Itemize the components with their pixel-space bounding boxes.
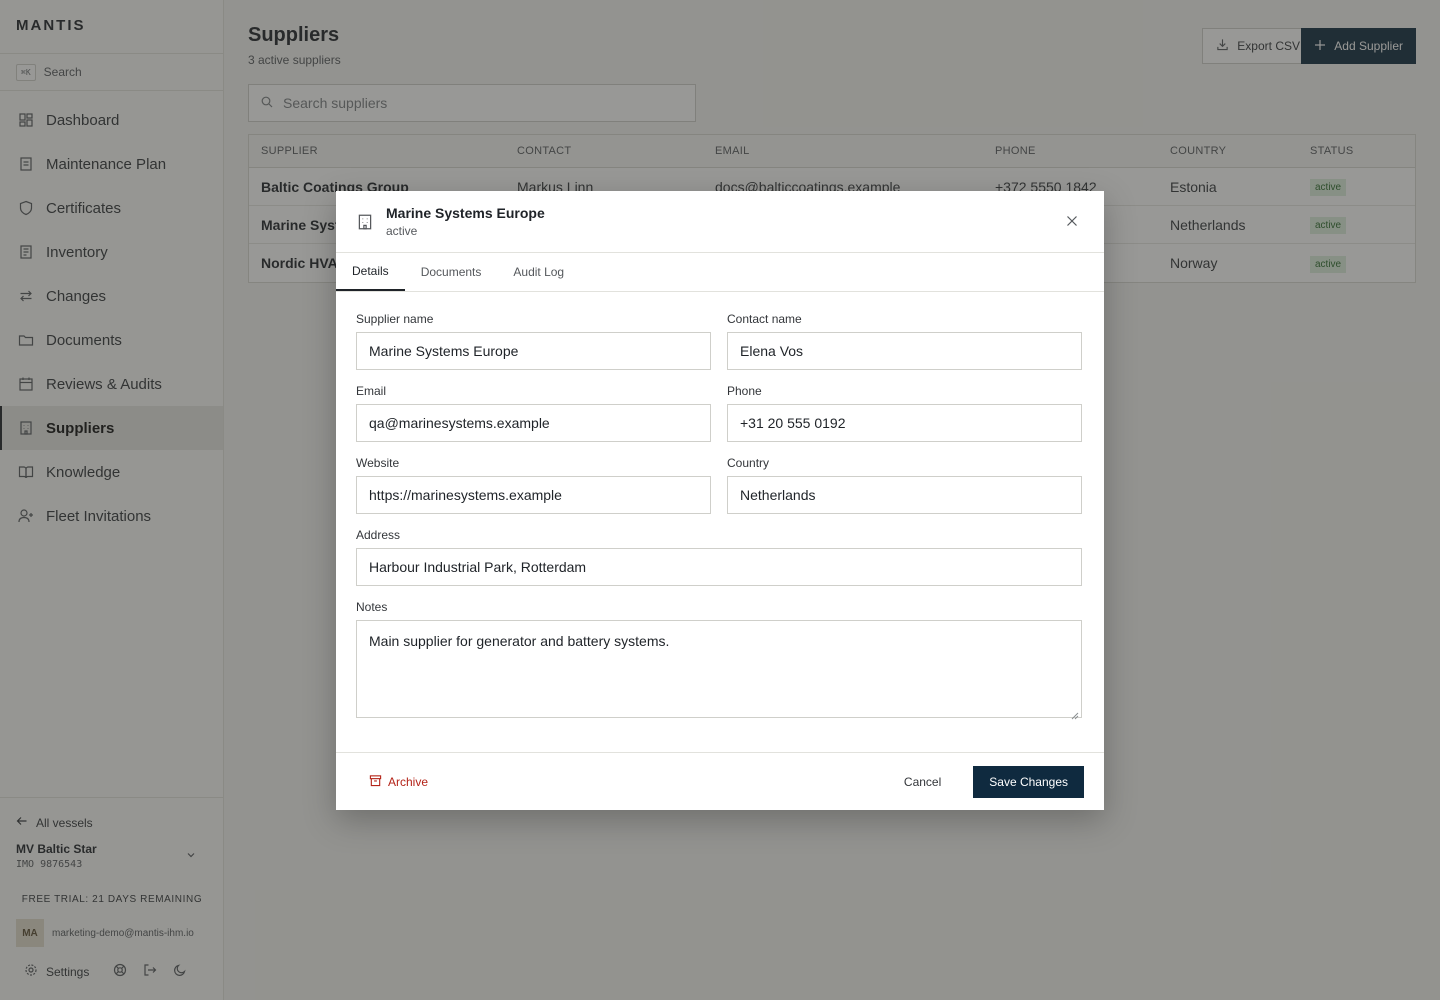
- supplier-name-label: Supplier name: [356, 312, 434, 326]
- website-group: Website https://marinesystems.example: [356, 456, 711, 514]
- archive-label: Archive: [388, 774, 429, 789]
- cancel-button[interactable]: Cancel: [888, 775, 957, 789]
- website-field[interactable]: https://marinesystems.example: [356, 476, 711, 514]
- tab-audit-log[interactable]: Audit Log: [497, 253, 580, 291]
- country-label: Country: [727, 456, 770, 470]
- supplier-modal: Marine Systems Europe active Details Doc…: [336, 191, 1104, 810]
- phone-group: Phone +31 20 555 0192: [727, 384, 1082, 442]
- email-label: Email: [356, 384, 387, 398]
- notes-textarea[interactable]: Main supplier for generator and battery …: [356, 620, 1082, 720]
- address-label: Address: [356, 528, 401, 542]
- modal-tabs: Details Documents Audit Log: [336, 253, 1104, 292]
- email-field[interactable]: qa@marinesystems.example: [356, 404, 711, 442]
- address-field[interactable]: Harbour Industrial Park, Rotterdam: [356, 548, 1082, 586]
- contact-name-group: Contact name Elena Vos: [727, 312, 1082, 370]
- modal-footer: Archive Cancel Save Changes: [336, 752, 1104, 810]
- close-icon[interactable]: [1064, 213, 1080, 229]
- archive-icon: [369, 774, 382, 790]
- country-group: Country Netherlands: [727, 456, 1082, 514]
- phone-label: Phone: [727, 384, 762, 398]
- supplier-name-group: Supplier name Marine Systems Europe: [356, 312, 711, 370]
- notes-value: Main supplier for generator and battery …: [369, 633, 670, 649]
- website-label: Website: [356, 456, 400, 470]
- notes-group: Notes Main supplier for generator and ba…: [356, 600, 1082, 720]
- notes-label: Notes: [356, 600, 388, 614]
- modal-title: Marine Systems Europe: [386, 205, 545, 221]
- building-icon: [356, 213, 374, 231]
- save-changes-button[interactable]: Save Changes: [973, 765, 1084, 798]
- country-field[interactable]: Netherlands: [727, 476, 1082, 514]
- supplier-name-field[interactable]: Marine Systems Europe: [356, 332, 711, 370]
- address-group: Address Harbour Industrial Park, Rotterd…: [356, 528, 1082, 586]
- tab-documents[interactable]: Documents: [405, 253, 498, 291]
- modal-header: Marine Systems Europe active: [336, 191, 1104, 253]
- tab-details[interactable]: Details: [336, 253, 405, 291]
- contact-name-label: Contact name: [727, 312, 802, 326]
- archive-button[interactable]: Archive: [356, 774, 441, 790]
- modal-status: active: [386, 224, 418, 238]
- contact-name-field[interactable]: Elena Vos: [727, 332, 1082, 370]
- phone-field[interactable]: +31 20 555 0192: [727, 404, 1082, 442]
- supplier-form: Supplier name Marine Systems Europe Cont…: [336, 292, 1104, 732]
- resize-handle-icon[interactable]: [1071, 707, 1079, 720]
- email-group: Email qa@marinesystems.example: [356, 384, 711, 442]
